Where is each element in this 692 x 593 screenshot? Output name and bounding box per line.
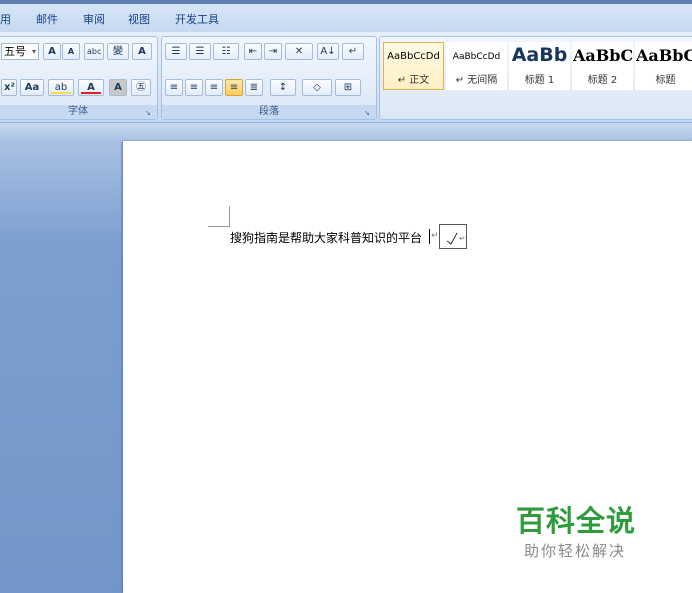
char-shading-button[interactable]: A xyxy=(109,79,127,96)
align-center-button[interactable]: ≡ xyxy=(185,79,203,96)
font-color-label: A xyxy=(87,82,95,93)
style-normal[interactable]: AaBbCcDd ↵ 正文 xyxy=(383,42,444,90)
chinese-layout-button[interactable]: ✕ xyxy=(285,43,313,60)
tab-home[interactable]: 用 xyxy=(0,11,11,27)
paragraph-group-label: 段落 xyxy=(162,105,376,119)
phonetic-guide-button[interactable]: 變 xyxy=(107,43,129,60)
style-sample: AaBbCcDd xyxy=(387,51,440,62)
font-color-button[interactable]: A xyxy=(78,79,104,96)
shading-button[interactable]: ◇ xyxy=(302,79,332,96)
paragraph-group: ☰ ☰ ☷ ⇤ ⇥ ✕ A↓ ↵ ≡ ≡ ≡ ≡ ≣ ↕ ◇ ⊞ 段落 ↘ xyxy=(161,36,377,120)
bullets-button[interactable]: ☰ xyxy=(165,43,187,60)
justify-button[interactable]: ≡ xyxy=(225,79,243,96)
numbering-button[interactable]: ☰ xyxy=(189,43,211,60)
tab-view[interactable]: 视图 xyxy=(128,11,150,27)
dialog-launcher-icon[interactable]: ↘ xyxy=(145,109,153,117)
font-size-value: 五号 xyxy=(4,45,26,58)
multilevel-list-button[interactable]: ☷ xyxy=(213,43,239,60)
borders-button[interactable]: ⊞ xyxy=(335,79,361,96)
increase-indent-button[interactable]: ⇥ xyxy=(264,43,282,60)
style-heading-2[interactable]: AaBbC 标题 2 xyxy=(572,42,633,90)
distribute-button[interactable]: ≣ xyxy=(245,79,263,96)
clear-format-button[interactable]: abc xyxy=(84,43,104,60)
dialog-launcher-icon[interactable]: ↘ xyxy=(364,109,372,117)
watermark-title: 百科全说 xyxy=(516,504,637,538)
enclose-char-button[interactable]: ㊄ xyxy=(131,79,151,96)
ribbon: 五号 ▾ A A abc 變 A x² Aa ab A A ㊄ 字体 ↘ ☰ ☰ … xyxy=(0,32,692,123)
font-group: 五号 ▾ A A abc 變 A x² Aa ab A A ㊄ 字体 ↘ xyxy=(0,36,158,120)
text-cursor xyxy=(429,229,430,244)
superscript-button[interactable]: x² xyxy=(1,79,17,96)
style-name: 标题 xyxy=(655,75,676,86)
style-name: 标题 1 xyxy=(524,75,555,86)
tab-review[interactable]: 审阅 xyxy=(83,11,105,27)
font-group-label: 字体 xyxy=(0,105,157,119)
show-marks-button[interactable]: ↵ xyxy=(342,43,364,60)
char-border-button[interactable]: A xyxy=(132,43,152,60)
style-no-spacing[interactable]: AaBbCcDd ↵ 无间隔 xyxy=(446,42,507,90)
watermark-subtitle: 助你轻松解决 xyxy=(524,542,627,560)
style-sample: AaBbC xyxy=(573,46,632,65)
style-sample: AaBbCcDd xyxy=(452,52,501,62)
style-name: 标题 2 xyxy=(587,75,618,86)
tab-developer[interactable]: 开发工具 xyxy=(175,11,219,27)
align-right-button[interactable]: ≡ xyxy=(205,79,223,96)
grow-font-button[interactable]: A xyxy=(43,43,61,60)
change-case-button[interactable]: Aa xyxy=(20,79,44,96)
object-para-mark: ↵ xyxy=(459,234,466,243)
align-left-button[interactable]: ≡ xyxy=(165,79,183,96)
sort-button[interactable]: A↓ xyxy=(317,43,339,60)
inline-object-box[interactable]: ↵ xyxy=(439,224,467,249)
style-sample: AaBbC xyxy=(636,46,692,65)
shrink-font-button[interactable]: A xyxy=(62,43,80,60)
font-size-select[interactable]: 五号 ▾ xyxy=(1,43,39,60)
margin-corner-mark xyxy=(208,226,230,227)
decrease-indent-button[interactable]: ⇤ xyxy=(244,43,262,60)
style-name: ↵ 正文 xyxy=(397,75,430,86)
highlight-button[interactable]: ab xyxy=(48,79,74,96)
style-name: ↵ 无间隔 xyxy=(455,75,498,86)
line-spacing-button[interactable]: ↕ xyxy=(270,79,296,96)
styles-group: AaBbCcDd ↵ 正文 AaBbCcDd ↵ 无间隔 AaBb 标题 1 A… xyxy=(379,36,692,120)
tab-mailings[interactable]: 邮件 xyxy=(36,11,58,27)
style-title[interactable]: AaBbC 标题 xyxy=(635,42,692,90)
highlight-label: ab xyxy=(54,82,68,93)
style-heading-1[interactable]: AaBb 标题 1 xyxy=(509,42,570,90)
margin-corner-mark xyxy=(229,206,230,226)
style-sample: AaBb xyxy=(511,44,568,66)
menu-bar: 用 邮件 审阅 视图 开发工具 xyxy=(0,0,692,32)
paragraph-mark: ↵ xyxy=(431,231,439,241)
chevron-down-icon: ▾ xyxy=(31,47,36,56)
document-text[interactable]: 搜狗指南是帮助大家科普知识的平台 xyxy=(230,229,422,246)
